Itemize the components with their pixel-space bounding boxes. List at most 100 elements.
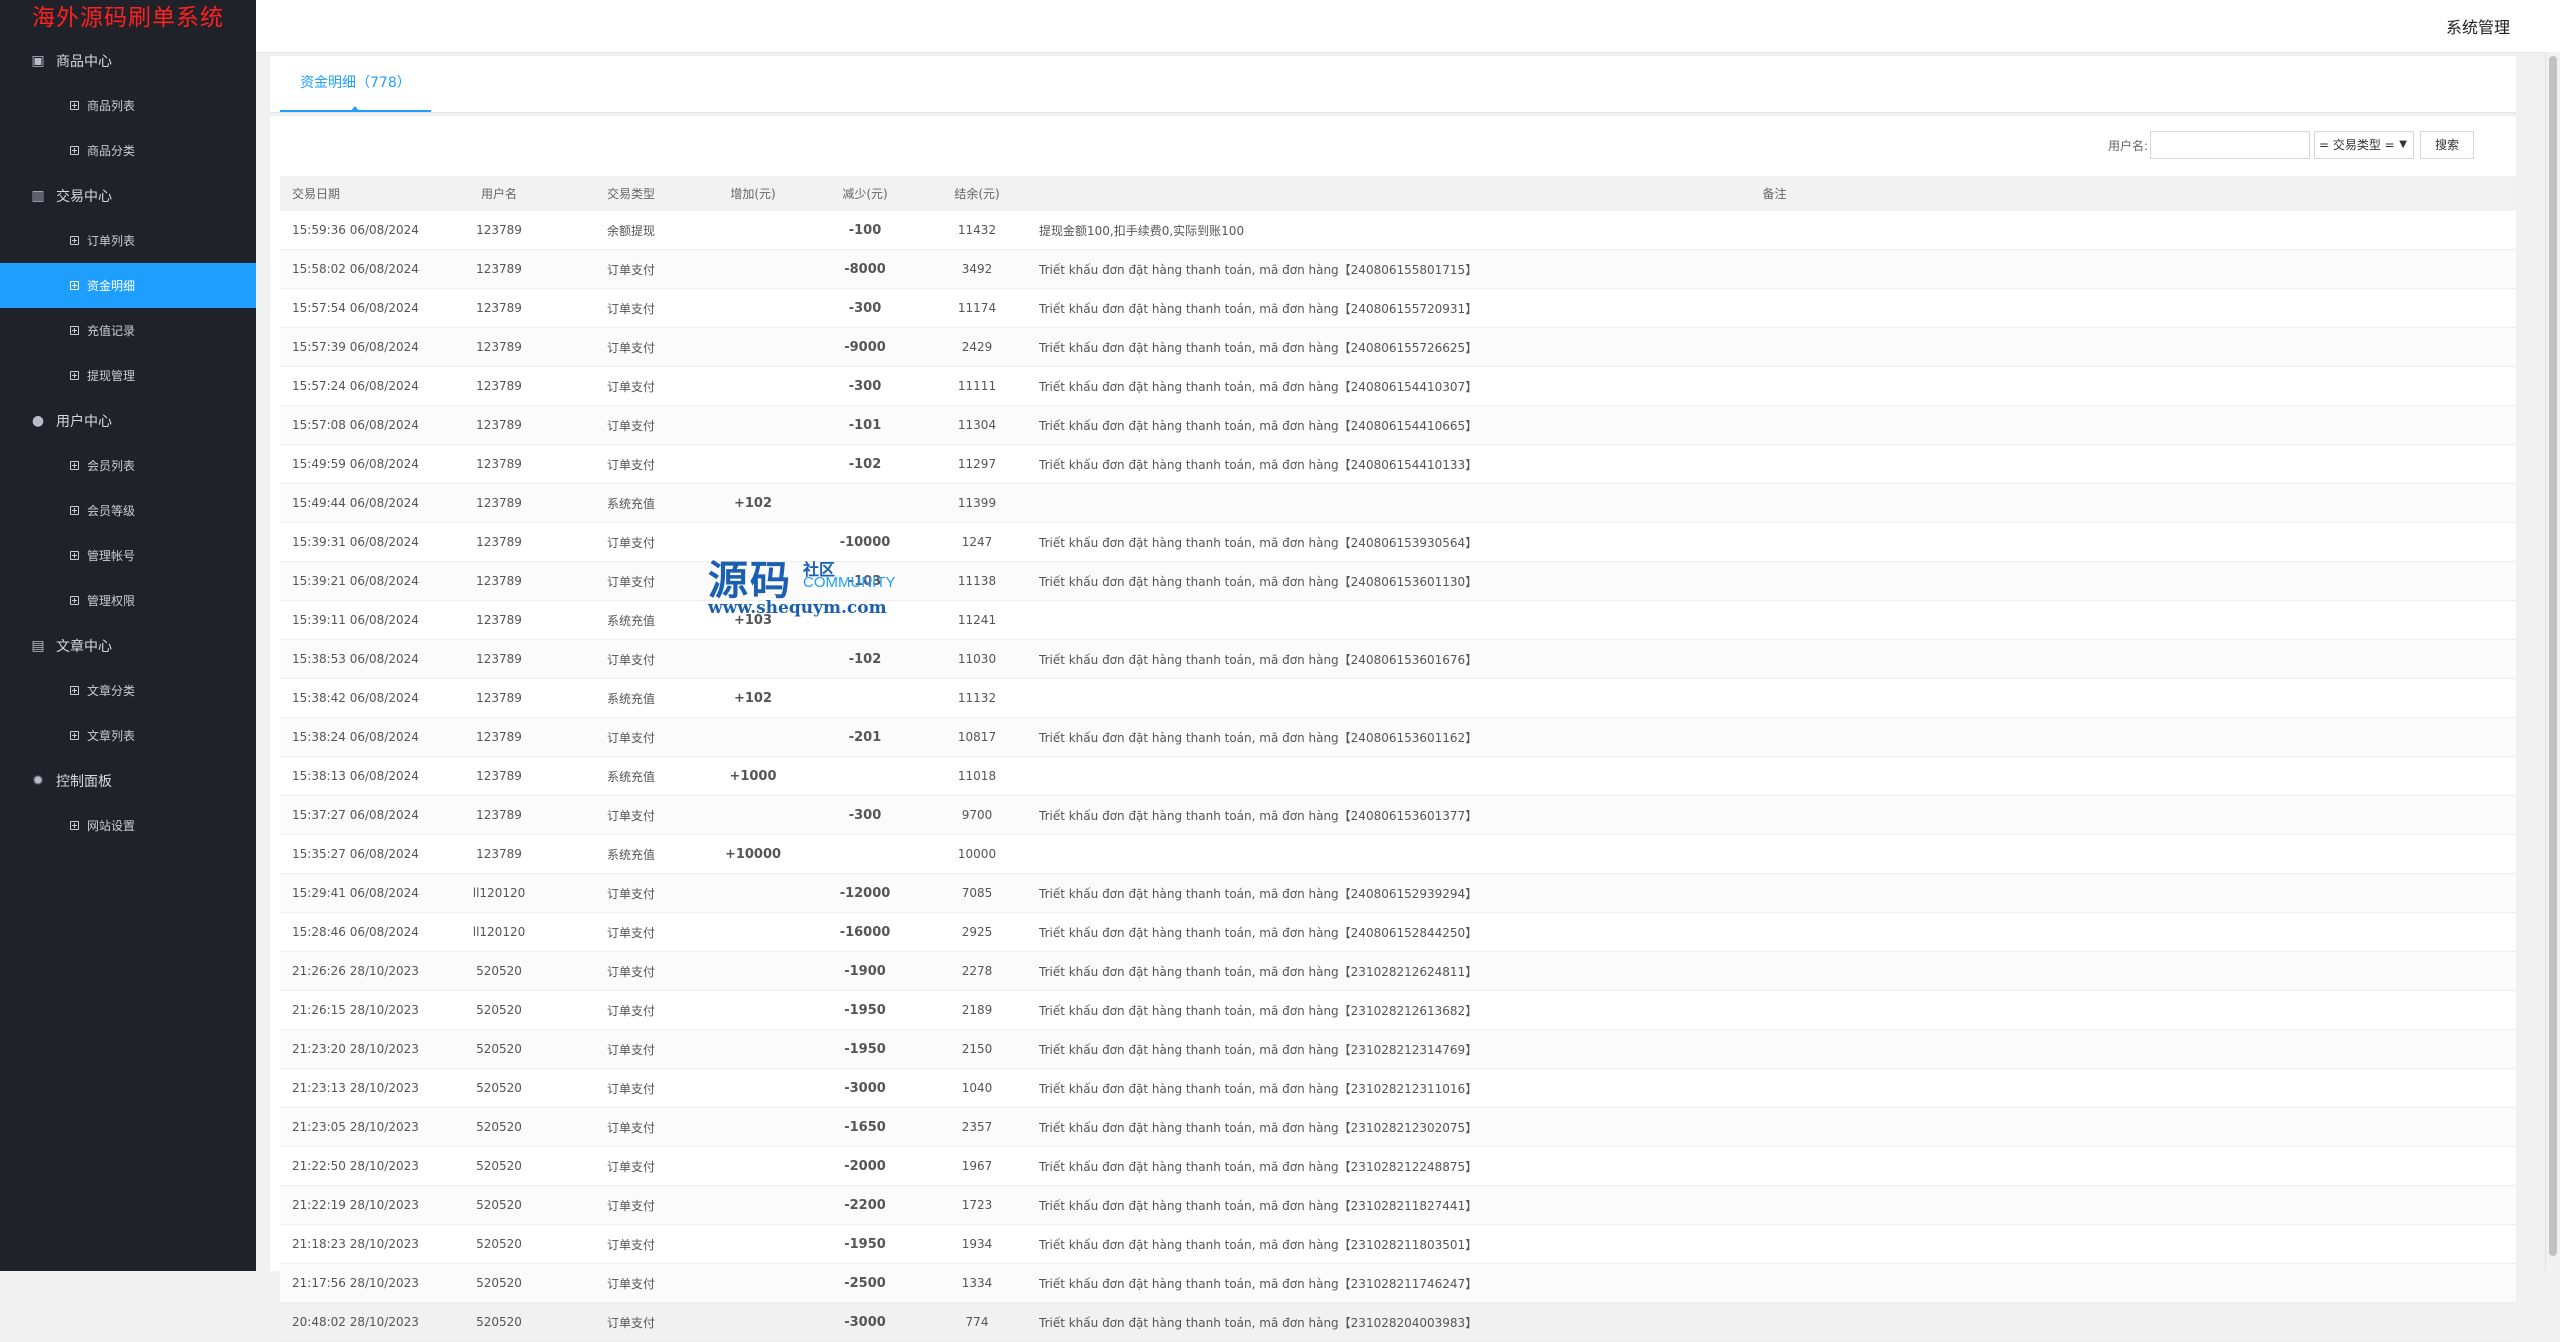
sidebar-group-label: 用户中心 [56,413,112,430]
sidebar-group-1[interactable]: ▥ 交易中心 [0,173,256,218]
username-cell: 123789 [433,834,565,874]
clipboard-icon: ▣ [31,52,45,69]
sidebar-item[interactable]: 管理帐号 [0,533,256,578]
sidebar-item[interactable]: 文章列表 [0,713,256,758]
username-cell: 520520 [433,990,565,1030]
sidebar-item[interactable]: 管理权限 [0,578,256,623]
type-cell: 订单支付 [565,1224,697,1264]
balance-cell: 11030 [921,639,1033,679]
username-cell: 123789 [433,600,565,640]
sidebar-item[interactable]: 网站设置 [0,803,256,848]
sidebar-item[interactable]: 充值记录 [0,308,256,353]
search-button[interactable]: 搜索 [2419,131,2474,159]
sidebar-item[interactable]: 会员列表 [0,443,256,488]
remark-cell: Triết khấu đơn đặt hàng thanh toán, mã đ… [1033,1263,2516,1303]
column-header: 结余(元) [921,176,1033,211]
type-cell: 订单支付 [565,522,697,562]
username-cell: 520520 [433,1224,565,1264]
username-cell: 123789 [433,717,565,757]
increase-cell: +103 [697,600,809,640]
transaction-type-select[interactable]: = 交易类型 = ▼ [2313,131,2414,159]
sidebar-item-label: 资金明细 [87,279,136,293]
date-cell: 15:57:08 06/08/2024 [280,405,433,445]
remark-cell [1033,600,2516,640]
table-row: 15:28:46 06/08/2024 ll120120 订单支付 -16000 292… [280,912,2516,952]
sidebar-group-0[interactable]: ▣ 商品中心 [0,38,256,83]
type-cell: 订单支付 [565,1263,697,1303]
date-cell: 15:35:27 06/08/2024 [280,834,433,874]
balance-cell: 2429 [921,327,1033,367]
decrease-cell: -2000 [809,1146,921,1186]
sidebar-item[interactable]: 商品列表 [0,83,256,128]
type-cell: 订单支付 [565,249,697,289]
gear-icon: ✹ [32,772,44,789]
sidebar-item[interactable]: 文章分类 [0,668,256,713]
page-scrollbar[interactable] [2545,52,2560,1271]
remark-cell: Triết khấu đơn đặt hàng thanh toán, mã đ… [1033,1224,2516,1264]
type-cell: 订单支付 [565,951,697,991]
sidebar-item[interactable]: 资金明细 [0,263,256,308]
scrollbar-thumb[interactable] [2549,56,2557,1256]
increase-cell [697,1263,809,1303]
type-cell: 订单支付 [565,405,697,445]
date-cell: 15:39:11 06/08/2024 [280,600,433,640]
plus-square-icon [70,101,79,110]
balance-cell: 11304 [921,405,1033,445]
type-cell: 订单支付 [565,873,697,913]
type-cell: 订单支付 [565,1068,697,1108]
sidebar-group-2[interactable]: ● 用户中心 [0,398,256,443]
increase-cell [697,1224,809,1264]
sidebar: 海外源码刷单系统 ▣ 商品中心 商品列表 商品分类 ▥ 交易中心 订单列表 资金明细 充值记录提… [0,0,256,1271]
decrease-cell: -102 [809,444,921,484]
balance-cell: 11297 [921,444,1033,484]
balance-cell: 774 [921,1302,1033,1342]
increase-cell [697,951,809,991]
sidebar-group-label: 商品中心 [56,53,112,70]
date-cell: 15:49:44 06/08/2024 [280,483,433,523]
balance-cell: 1334 [921,1263,1033,1303]
username-input[interactable] [2149,131,2310,159]
type-cell: 余额提现 [565,211,697,250]
decrease-cell: -100 [809,211,921,250]
username-cell: 520520 [433,1029,565,1069]
tab-fund-details[interactable]: 资金明细（778） [280,56,431,112]
username-cell: 123789 [433,405,565,445]
sidebar-group-4[interactable]: ✹ 控制面板 [0,758,256,803]
sidebar-item[interactable]: 提现管理 [0,353,256,398]
column-header: 用户名 [433,176,565,211]
balance-cell: 2150 [921,1029,1033,1069]
balance-cell: 9700 [921,795,1033,835]
balance-cell: 1247 [921,522,1033,562]
sidebar-item[interactable]: 商品分类 [0,128,256,173]
date-cell: 15:39:31 06/08/2024 [280,522,433,562]
table-row: 21:23:20 28/10/2023 520520 订单支付 -1950 2150 Tr… [280,1029,2516,1069]
type-cell: 订单支付 [565,717,697,757]
table-row: 15:38:53 06/08/2024 123789 订单支付 -102 11030 Tr… [280,639,2516,679]
column-header: 交易类型 [565,176,697,211]
admin-menu[interactable]: 系统管理 [2446,14,2510,38]
increase-cell [697,1107,809,1147]
balance-cell: 2925 [921,912,1033,952]
column-header: 备注 [1033,176,2516,211]
increase-cell [697,912,809,952]
sidebar-group-3[interactable]: ▤ 文章中心 [0,623,256,668]
decrease-cell [809,600,921,640]
date-cell: 15:38:13 06/08/2024 [280,756,433,796]
type-cell: 系统充值 [565,756,697,796]
table-row: 15:57:24 06/08/2024 123789 订单支付 -300 11111 Tr… [280,366,2516,406]
type-cell: 订单支付 [565,561,697,601]
plus-square-icon [70,461,79,470]
table-row: 15:38:42 06/08/2024 123789 系统充值 +102 11132 [280,678,2516,718]
type-cell: 订单支付 [565,1302,697,1342]
username-cell: 520520 [433,1263,565,1303]
decrease-cell: -1950 [809,1029,921,1069]
tab-bar: 资金明细（778） [270,56,2516,113]
sidebar-item[interactable]: 会员等级 [0,488,256,533]
transaction-type-value: = 交易类型 = [2318,138,2395,152]
main-panel: 资金明细（778） 用户名: = 交易类型 = ▼ 搜索 交易日期 用户名 交易类型… [270,56,2516,1342]
increase-cell [697,249,809,289]
sidebar-item[interactable]: 订单列表 [0,218,256,263]
type-cell: 订单支付 [565,288,697,328]
plus-square-icon [70,506,79,515]
increase-cell [697,1068,809,1108]
